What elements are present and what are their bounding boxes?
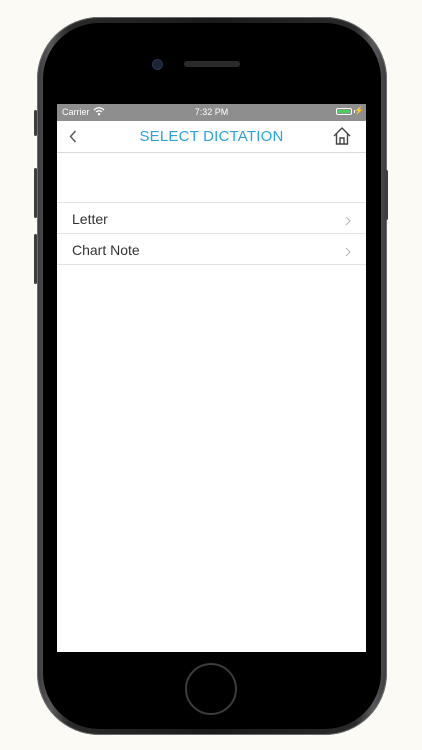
- mute-switch: [34, 110, 37, 136]
- list-item-label: Chart Note: [72, 242, 140, 258]
- home-icon[interactable]: [332, 126, 352, 151]
- navigation-bar: SELECT DICTATION: [57, 121, 366, 153]
- list-item-label: Letter: [72, 211, 108, 227]
- volume-down-button: [34, 234, 37, 284]
- power-button: [385, 170, 388, 220]
- dictation-list: Letter Chart Note: [57, 202, 366, 265]
- home-button[interactable]: [185, 663, 237, 715]
- list-item-letter[interactable]: Letter: [57, 203, 366, 234]
- status-time: 7:32 PM: [194, 107, 229, 117]
- chevron-right-icon: [345, 244, 351, 262]
- battery-icon: [336, 108, 352, 115]
- app-screen: Carrier 7:32 PM ⚡ SELECT DICTATION Lette…: [57, 104, 366, 652]
- chevron-right-icon: [345, 213, 351, 231]
- bolt-icon: ⚡: [354, 106, 364, 115]
- front-camera: [152, 59, 163, 70]
- status-bar: Carrier 7:32 PM ⚡: [57, 104, 366, 121]
- earpiece-speaker: [184, 61, 240, 67]
- page-title: SELECT DICTATION: [139, 128, 284, 145]
- battery-level-fill: [338, 110, 350, 113]
- list-item-chart-note[interactable]: Chart Note: [57, 234, 366, 265]
- volume-up-button: [34, 168, 37, 218]
